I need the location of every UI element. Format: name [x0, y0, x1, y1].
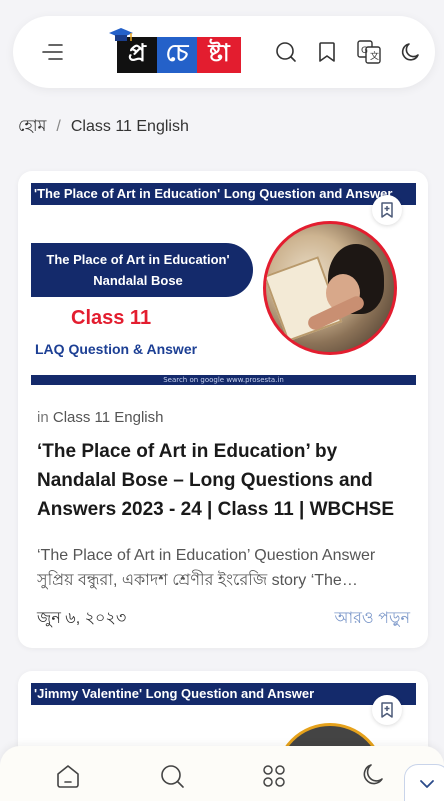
post-thumbnail[interactable]: 'The Place of Art in Education' Long Que… [31, 183, 416, 385]
svg-text:文: 文 [370, 50, 379, 62]
menu-icon[interactable] [35, 35, 69, 69]
excerpt-line-1: ‘The Place of Art in Education’ Question… [37, 547, 376, 564]
graduation-cap-icon [109, 28, 133, 41]
site-header: প্র চে ষ্টা G 文 [13, 16, 435, 88]
scroll-to-top-button[interactable] [404, 764, 444, 801]
thumbnail-photo [263, 221, 397, 355]
excerpt-line-2: সুপ্রিয় বন্ধুরা, একাদশ শ্রেণীর ইংরেজি s… [37, 572, 358, 589]
thumbnail-class-label: Class 11 [71, 307, 152, 329]
post-excerpt: ‘The Place of Art in Education’ Question… [37, 543, 412, 593]
thumbnail-footer: Search on google www.prosesta.in [31, 375, 416, 385]
translate-icon[interactable]: G 文 [352, 35, 386, 69]
apps-icon[interactable] [260, 762, 288, 794]
bookmark-icon[interactable] [310, 35, 344, 69]
thumbnail-pill-line1: The Place of Art in Education' [46, 252, 230, 267]
moon-icon[interactable] [394, 35, 428, 69]
breadcrumb-current: Class 11 English [70, 117, 189, 135]
breadcrumb-home-link[interactable]: হোম [18, 113, 46, 140]
post-title[interactable]: ‘The Place of Art in Education’ by Nanda… [37, 437, 417, 524]
logo-letter-2: চে [157, 37, 197, 73]
thumbnail-pill: The Place of Art in Education' Nandalal … [31, 243, 253, 297]
bookmark-button[interactable] [372, 695, 402, 725]
svg-text:G: G [361, 46, 368, 56]
moon-icon[interactable] [361, 762, 387, 792]
bottom-nav [0, 746, 444, 801]
home-icon[interactable] [54, 762, 82, 794]
category-prefix: in [37, 409, 49, 426]
search-icon[interactable] [269, 35, 303, 69]
site-logo[interactable]: প্র চে ষ্টা [87, 26, 271, 78]
post-date: জুন ৬, ২০২৩ [37, 610, 127, 627]
chevron-down-icon [420, 780, 434, 788]
thumbnail-banner: 'The Place of Art in Education' Long Que… [31, 183, 416, 205]
bookmark-icon [381, 702, 393, 718]
category-link[interactable]: Class 11 English [53, 409, 164, 426]
thumbnail-laq-label: LAQ Question & Answer [35, 341, 198, 357]
bookmark-icon [381, 202, 393, 218]
search-icon[interactable] [158, 762, 186, 794]
breadcrumb: হোম / Class 11 English [18, 113, 189, 140]
bookmark-button[interactable] [372, 195, 402, 225]
thumbnail-banner: 'Jimmy Valentine' Long Question and Answ… [31, 683, 416, 705]
logo-letter-3: ষ্টা [197, 37, 241, 73]
thumbnail-pill-line2: Nandalal Bose [93, 273, 183, 288]
read-more-link[interactable]: আরও পড়ুন [334, 605, 410, 632]
breadcrumb-separator: / [56, 117, 61, 135]
post-category: in Class 11 English [37, 409, 163, 426]
post-card: 'The Place of Art in Education' Long Que… [18, 171, 428, 648]
